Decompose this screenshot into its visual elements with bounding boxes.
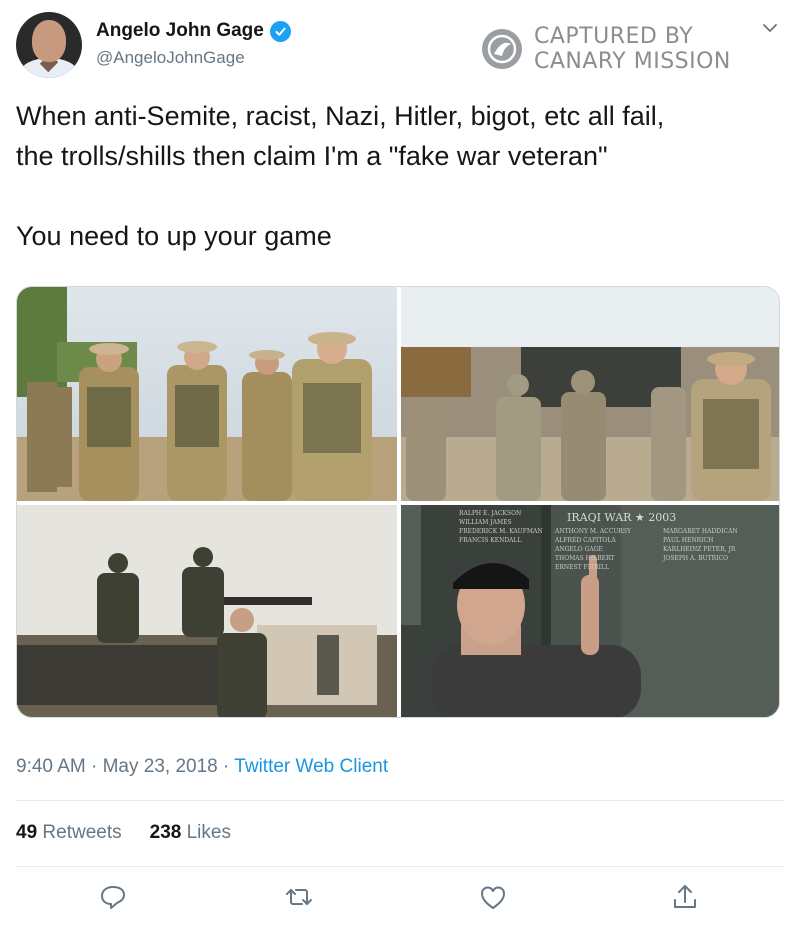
display-name[interactable]: Angelo John Gage: [96, 20, 264, 42]
photo-humvee[interactable]: [17, 505, 397, 717]
watermark-line-2: CANARY MISSION: [534, 49, 731, 74]
memorial-names-left: RALPH E. JACKSON WILLIAM JAMES FREDERICK…: [459, 510, 543, 544]
likes-label: Likes: [186, 822, 231, 843]
divider: [16, 866, 784, 867]
memorial-names-middle: ANTHONY M. ACCURSY ALFRED CAPITOLA ANGEL…: [555, 528, 631, 571]
canary-mission-watermark: CAPTURED BY CANARY MISSION: [482, 24, 731, 74]
tweet-stats: 49 Retweets 238 Likes: [16, 822, 259, 844]
retweets-stat[interactable]: 49 Retweets: [16, 822, 122, 844]
canary-logo-icon: [482, 29, 522, 69]
watermark-line-1: CAPTURED BY: [534, 24, 694, 49]
verified-icon: [269, 20, 291, 42]
media-grid: IRAQI WAR ★ 2003 RALPH E. JACKSON WILLIA…: [16, 286, 780, 718]
tweet-actions: [0, 882, 800, 922]
photo-soldiers-trucks[interactable]: [401, 287, 779, 501]
retweets-count: 49: [16, 822, 38, 843]
tweet-client-link[interactable]: Twitter Web Client: [234, 756, 388, 777]
tweet-date[interactable]: May 23, 2018: [103, 756, 218, 777]
reply-icon[interactable]: [98, 882, 128, 912]
author-name-row[interactable]: Angelo John Gage: [96, 20, 291, 42]
memorial-heading: IRAQI WAR ★ 2003: [567, 511, 677, 524]
photo-memorial-wall[interactable]: IRAQI WAR ★ 2003 RALPH E. JACKSON WILLIA…: [401, 505, 779, 717]
tweet-text-line-2: the trolls/shills then claim I'm a "fake…: [16, 141, 608, 171]
tweet-header: Angelo John Gage @AngeloJohnGage CAPTURE…: [0, 0, 800, 90]
avatar[interactable]: [16, 12, 82, 78]
likes-count: 238: [149, 822, 182, 843]
chevron-down-icon[interactable]: [760, 18, 780, 38]
likes-stat[interactable]: 238 Likes: [150, 822, 231, 844]
photo-soldiers-group[interactable]: [17, 287, 397, 501]
like-icon[interactable]: [478, 882, 508, 912]
retweets-label: Retweets: [42, 822, 122, 843]
user-handle[interactable]: @AngeloJohnGage: [96, 48, 245, 68]
meta-separator: ·: [223, 756, 230, 777]
meta-separator: ·: [91, 756, 98, 777]
tweet-text-line-1: When anti-Semite, racist, Nazi, Hitler, …: [16, 101, 665, 131]
memorial-names-right: MARGARET HADDICAN PAUL HENRICH KARLHEINZ…: [663, 528, 738, 562]
tweet-meta: 9:40 AM · May 23, 2018 · Twitter Web Cli…: [16, 756, 388, 778]
tweet-text: When anti-Semite, racist, Nazi, Hitler, …: [16, 96, 786, 256]
tweet-text-line-3: You need to up your game: [16, 221, 332, 251]
share-icon[interactable]: [670, 882, 700, 912]
retweet-icon[interactable]: [284, 882, 314, 912]
divider: [16, 800, 784, 801]
tweet-time[interactable]: 9:40 AM: [16, 756, 86, 777]
